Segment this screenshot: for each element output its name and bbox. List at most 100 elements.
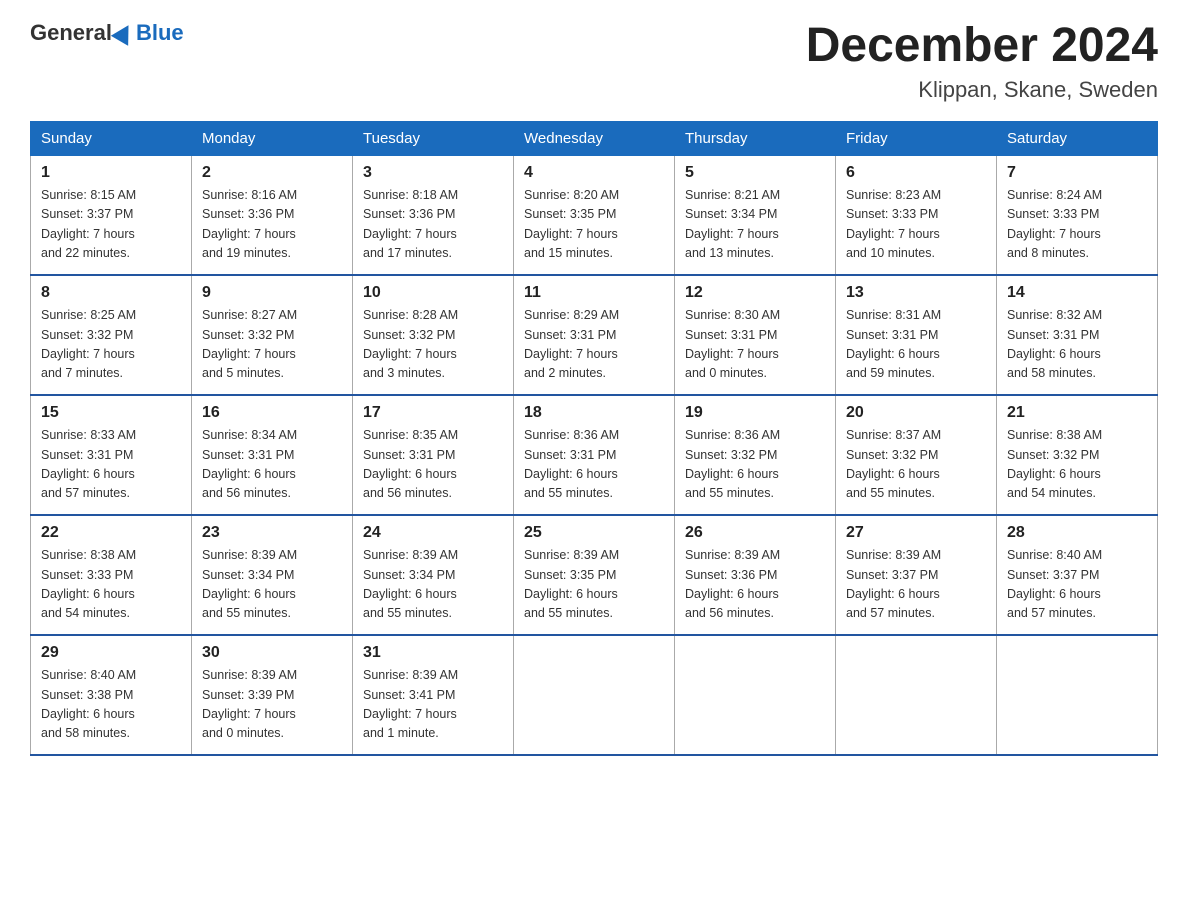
day-number: 8	[41, 284, 181, 302]
logo: General Blue	[30, 20, 184, 46]
day-info: Sunrise: 8:40 AM Sunset: 3:37 PM Dayligh…	[1007, 546, 1147, 624]
day-cell: 1Sunrise: 8:15 AM Sunset: 3:37 PM Daylig…	[31, 155, 192, 275]
day-cell: 29 Sunrise: 8:40 AM Sunset: 3:38 PM Dayli…	[31, 635, 192, 755]
logo-general-text: General	[30, 20, 112, 46]
week-row-1: 1Sunrise: 8:15 AM Sunset: 3:37 PM Daylig…	[31, 155, 1158, 275]
day-cell: 31 Sunrise: 8:39 AM Sunset: 3:41 PM Dayli…	[353, 635, 514, 755]
day-cell: 12 Sunrise: 8:30 AM Sunset: 3:31 PM Dayli…	[675, 275, 836, 395]
day-info: Sunrise: 8:16 AM Sunset: 3:36 PM Dayligh…	[202, 186, 342, 264]
day-number: 1	[41, 164, 181, 182]
calendar-subtitle: Klippan, Skane, Sweden	[806, 77, 1158, 103]
day-number: 14	[1007, 284, 1147, 302]
week-row-2: 8Sunrise: 8:25 AM Sunset: 3:32 PM Daylig…	[31, 275, 1158, 395]
day-number: 22	[41, 524, 181, 542]
day-number: 27	[846, 524, 986, 542]
day-number: 7	[1007, 164, 1147, 182]
day-number: 15	[41, 404, 181, 422]
day-info: Sunrise: 8:40 AM Sunset: 3:38 PM Dayligh…	[41, 666, 181, 744]
day-number: 5	[685, 164, 825, 182]
day-cell	[514, 635, 675, 755]
title-area: December 2024 Klippan, Skane, Sweden	[806, 20, 1158, 103]
day-number: 4	[524, 164, 664, 182]
day-info: Sunrise: 8:39 AM Sunset: 3:39 PM Dayligh…	[202, 666, 342, 744]
day-number: 11	[524, 284, 664, 302]
day-cell: 2Sunrise: 8:16 AM Sunset: 3:36 PM Daylig…	[192, 155, 353, 275]
day-info: Sunrise: 8:37 AM Sunset: 3:32 PM Dayligh…	[846, 426, 986, 504]
day-cell	[836, 635, 997, 755]
header: General Blue December 2024 Klippan, Skan…	[30, 20, 1158, 103]
day-cell: 9Sunrise: 8:27 AM Sunset: 3:32 PM Daylig…	[192, 275, 353, 395]
day-number: 18	[524, 404, 664, 422]
day-cell: 21 Sunrise: 8:38 AM Sunset: 3:32 PM Dayli…	[997, 395, 1158, 515]
day-cell: 4Sunrise: 8:20 AM Sunset: 3:35 PM Daylig…	[514, 155, 675, 275]
day-number: 23	[202, 524, 342, 542]
day-info: Sunrise: 8:36 AM Sunset: 3:32 PM Dayligh…	[685, 426, 825, 504]
day-cell: 23 Sunrise: 8:39 AM Sunset: 3:34 PM Dayli…	[192, 515, 353, 635]
day-number: 31	[363, 644, 503, 662]
day-cell: 20 Sunrise: 8:37 AM Sunset: 3:32 PM Dayli…	[836, 395, 997, 515]
day-number: 24	[363, 524, 503, 542]
day-info: Sunrise: 8:23 AM Sunset: 3:33 PM Dayligh…	[846, 186, 986, 264]
day-cell: 11 Sunrise: 8:29 AM Sunset: 3:31 PM Dayli…	[514, 275, 675, 395]
day-cell: 30Sunrise: 8:39 AM Sunset: 3:39 PM Dayli…	[192, 635, 353, 755]
day-number: 20	[846, 404, 986, 422]
day-cell: 16Sunrise: 8:34 AM Sunset: 3:31 PM Dayli…	[192, 395, 353, 515]
day-info: Sunrise: 8:38 AM Sunset: 3:33 PM Dayligh…	[41, 546, 181, 624]
day-number: 28	[1007, 524, 1147, 542]
day-info: Sunrise: 8:24 AM Sunset: 3:33 PM Dayligh…	[1007, 186, 1147, 264]
day-info: Sunrise: 8:34 AM Sunset: 3:31 PM Dayligh…	[202, 426, 342, 504]
day-info: Sunrise: 8:21 AM Sunset: 3:34 PM Dayligh…	[685, 186, 825, 264]
day-info: Sunrise: 8:39 AM Sunset: 3:35 PM Dayligh…	[524, 546, 664, 624]
calendar-title: December 2024	[806, 20, 1158, 73]
day-cell: 14 Sunrise: 8:32 AM Sunset: 3:31 PM Dayli…	[997, 275, 1158, 395]
header-cell-tuesday: Tuesday	[353, 121, 514, 155]
day-cell: 6 Sunrise: 8:23 AM Sunset: 3:33 PM Daylig…	[836, 155, 997, 275]
day-cell: 15 Sunrise: 8:33 AM Sunset: 3:31 PM Dayli…	[31, 395, 192, 515]
calendar-body: 1Sunrise: 8:15 AM Sunset: 3:37 PM Daylig…	[31, 155, 1158, 755]
day-info: Sunrise: 8:29 AM Sunset: 3:31 PM Dayligh…	[524, 306, 664, 384]
day-number: 3	[363, 164, 503, 182]
day-cell: 8Sunrise: 8:25 AM Sunset: 3:32 PM Daylig…	[31, 275, 192, 395]
day-cell: 7 Sunrise: 8:24 AM Sunset: 3:33 PM Daylig…	[997, 155, 1158, 275]
day-cell	[675, 635, 836, 755]
day-cell: 18 Sunrise: 8:36 AM Sunset: 3:31 PM Dayli…	[514, 395, 675, 515]
day-number: 21	[1007, 404, 1147, 422]
logo-triangle-icon	[111, 20, 137, 46]
day-info: Sunrise: 8:39 AM Sunset: 3:36 PM Dayligh…	[685, 546, 825, 624]
day-info: Sunrise: 8:39 AM Sunset: 3:37 PM Dayligh…	[846, 546, 986, 624]
day-number: 10	[363, 284, 503, 302]
day-cell: 10 Sunrise: 8:28 AM Sunset: 3:32 PM Dayli…	[353, 275, 514, 395]
day-info: Sunrise: 8:30 AM Sunset: 3:31 PM Dayligh…	[685, 306, 825, 384]
day-info: Sunrise: 8:39 AM Sunset: 3:34 PM Dayligh…	[202, 546, 342, 624]
day-number: 13	[846, 284, 986, 302]
day-number: 25	[524, 524, 664, 542]
day-info: Sunrise: 8:35 AM Sunset: 3:31 PM Dayligh…	[363, 426, 503, 504]
day-number: 12	[685, 284, 825, 302]
day-info: Sunrise: 8:39 AM Sunset: 3:41 PM Dayligh…	[363, 666, 503, 744]
day-cell: 27 Sunrise: 8:39 AM Sunset: 3:37 PM Dayli…	[836, 515, 997, 635]
logo-blue-text: Blue	[136, 20, 184, 46]
day-info: Sunrise: 8:18 AM Sunset: 3:36 PM Dayligh…	[363, 186, 503, 264]
day-number: 6	[846, 164, 986, 182]
day-cell: 24 Sunrise: 8:39 AM Sunset: 3:34 PM Dayli…	[353, 515, 514, 635]
day-info: Sunrise: 8:32 AM Sunset: 3:31 PM Dayligh…	[1007, 306, 1147, 384]
day-cell: 13Sunrise: 8:31 AM Sunset: 3:31 PM Dayli…	[836, 275, 997, 395]
week-row-5: 29 Sunrise: 8:40 AM Sunset: 3:38 PM Dayli…	[31, 635, 1158, 755]
day-info: Sunrise: 8:36 AM Sunset: 3:31 PM Dayligh…	[524, 426, 664, 504]
day-cell: 19 Sunrise: 8:36 AM Sunset: 3:32 PM Dayli…	[675, 395, 836, 515]
day-info: Sunrise: 8:33 AM Sunset: 3:31 PM Dayligh…	[41, 426, 181, 504]
day-info: Sunrise: 8:28 AM Sunset: 3:32 PM Dayligh…	[363, 306, 503, 384]
day-number: 29	[41, 644, 181, 662]
day-cell: 28 Sunrise: 8:40 AM Sunset: 3:37 PM Dayli…	[997, 515, 1158, 635]
day-cell: 26Sunrise: 8:39 AM Sunset: 3:36 PM Dayli…	[675, 515, 836, 635]
day-number: 19	[685, 404, 825, 422]
day-number: 9	[202, 284, 342, 302]
week-row-4: 22 Sunrise: 8:38 AM Sunset: 3:33 PM Dayli…	[31, 515, 1158, 635]
day-cell: 22 Sunrise: 8:38 AM Sunset: 3:33 PM Dayli…	[31, 515, 192, 635]
day-number: 17	[363, 404, 503, 422]
day-info: Sunrise: 8:39 AM Sunset: 3:34 PM Dayligh…	[363, 546, 503, 624]
calendar-table: SundayMondayTuesdayWednesdayThursdayFrid…	[30, 121, 1158, 757]
day-info: Sunrise: 8:38 AM Sunset: 3:32 PM Dayligh…	[1007, 426, 1147, 504]
header-cell-thursday: Thursday	[675, 121, 836, 155]
header-cell-friday: Friday	[836, 121, 997, 155]
